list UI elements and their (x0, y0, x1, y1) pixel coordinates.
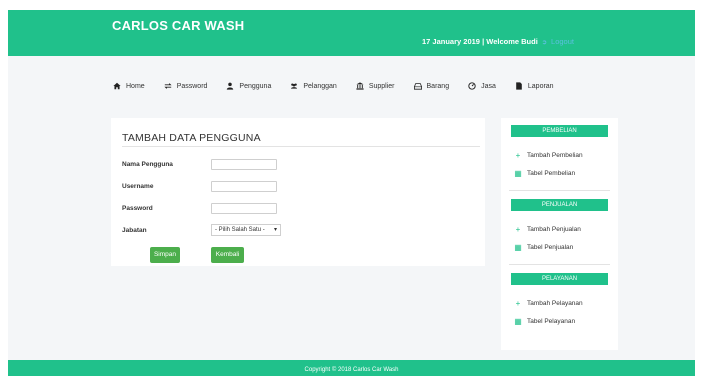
sidebar-item-tambah-pelayanan[interactable]: + Tambah Pelayanan (514, 299, 583, 308)
chevron-down-icon: ▾ (273, 227, 277, 233)
header-bar: CARLOS CAR WASH 17 January 2019 | Welcom… (8, 10, 695, 56)
jabatan-label: Jabatan (122, 227, 147, 234)
gauge-icon (467, 82, 477, 91)
sidebar-item-tabel-penjualan[interactable]: ▦ Tabel Penjualan (514, 243, 573, 252)
table-icon: ▦ (514, 243, 522, 252)
exchange-icon (163, 82, 173, 91)
plus-icon: + (515, 225, 521, 234)
sidebar-item-tabel-pelayanan[interactable]: ▦ Tabel Pelayanan (514, 317, 575, 326)
users-icon (289, 82, 299, 91)
table-icon: ▦ (514, 317, 522, 326)
nav-label-supplier: Supplier (368, 82, 395, 90)
sidebar-divider (509, 190, 610, 191)
sidebar-divider (509, 264, 610, 265)
sidebar-section-pembelian: PEMBELIAN (511, 125, 608, 137)
nav-label-home: Home (126, 82, 145, 90)
header-separator: | (482, 37, 485, 46)
password-label: Password (122, 205, 153, 212)
nav-label-pelanggan: Pelanggan (303, 82, 337, 90)
bank-icon (355, 82, 365, 91)
add-user-form-panel: TAMBAH DATA PENGGUNA Nama Pengguna Usern… (111, 118, 485, 266)
nav-item-barang[interactable]: Barang (413, 82, 450, 91)
nav-label-pengguna: Pengguna (239, 82, 272, 90)
plus-icon: + (515, 151, 521, 160)
header-user-info: 17 January 2019 | Welcome Budi ➲ Logout (422, 37, 574, 46)
username-label: Username (122, 183, 154, 190)
sidebar-section-pelayanan: PELAYANAN (511, 273, 608, 285)
nav-item-password[interactable]: Password (163, 82, 208, 91)
form-title: TAMBAH DATA PENGGUNA (122, 132, 261, 144)
nav-label-barang: Barang (426, 82, 450, 90)
main-nav: Home Password Pengguna Pelanggan Supplie… (112, 78, 572, 94)
home-icon (112, 82, 122, 91)
sidebar-panel: PEMBELIAN + Tambah Pembelian ▦ Tabel Pem… (501, 118, 618, 350)
sidebar-item-tambah-penjualan[interactable]: + Tambah Penjualan (514, 225, 581, 234)
sidebar-item-label: Tambah Pelayanan (527, 300, 583, 307)
footer-bar: Copyright © 2018 Carlos Car Wash (8, 360, 695, 376)
password-input[interactable] (211, 203, 277, 214)
nav-item-pelanggan[interactable]: Pelanggan (289, 82, 337, 91)
hdd-icon (413, 82, 423, 91)
nav-item-supplier[interactable]: Supplier (355, 82, 395, 91)
username-input[interactable] (211, 181, 277, 192)
nav-label-laporan: Laporan (527, 82, 554, 90)
jabatan-select[interactable]: - Pilih Salah Satu - ▾ (211, 224, 281, 236)
nama-pengguna-label: Nama Pengguna (122, 161, 173, 168)
welcome-text: Welcome Budi (486, 37, 538, 46)
sidebar-item-label: Tambah Penjualan (527, 226, 581, 233)
nav-item-jasa[interactable]: Jasa (467, 82, 496, 91)
sidebar-item-label: Tabel Pelayanan (527, 318, 576, 325)
copyright-text: Copyright © 2018 Carlos Car Wash (304, 367, 399, 373)
file-icon (514, 82, 524, 91)
plus-icon: + (515, 299, 521, 308)
user-icon (225, 82, 235, 91)
sidebar-item-label: Tabel Pembelian (527, 170, 576, 177)
sidebar-item-label: Tambah Pembelian (527, 152, 583, 159)
logout-link[interactable]: Logout (551, 37, 574, 46)
jabatan-selected-value: - Pilih Salah Satu - (215, 227, 265, 233)
sidebar-item-label: Tabel Penjualan (527, 244, 574, 251)
sidebar-item-tambah-pembelian[interactable]: + Tambah Pembelian (514, 151, 583, 160)
nav-item-pengguna[interactable]: Pengguna (225, 82, 271, 91)
nav-item-laporan[interactable]: Laporan (514, 82, 554, 91)
logout-icon[interactable]: ➲ (542, 40, 547, 46)
nama-pengguna-input[interactable] (211, 159, 277, 170)
sidebar-section-penjualan: PENJUALAN (511, 199, 608, 211)
back-button[interactable]: Kembali (211, 247, 244, 263)
header-date: 17 January 2019 (422, 37, 480, 46)
nav-item-home[interactable]: Home (112, 82, 145, 91)
app-window: CARLOS CAR WASH 17 January 2019 | Welcom… (8, 10, 695, 376)
table-icon: ▦ (514, 169, 522, 178)
form-title-divider (122, 146, 480, 147)
save-button[interactable]: Simpan (150, 247, 180, 263)
nav-label-password: Password (176, 82, 208, 90)
sidebar-item-tabel-pembelian[interactable]: ▦ Tabel Pembelian (514, 169, 575, 178)
nav-label-jasa: Jasa (481, 82, 496, 90)
brand-title: CARLOS CAR WASH (112, 18, 245, 33)
